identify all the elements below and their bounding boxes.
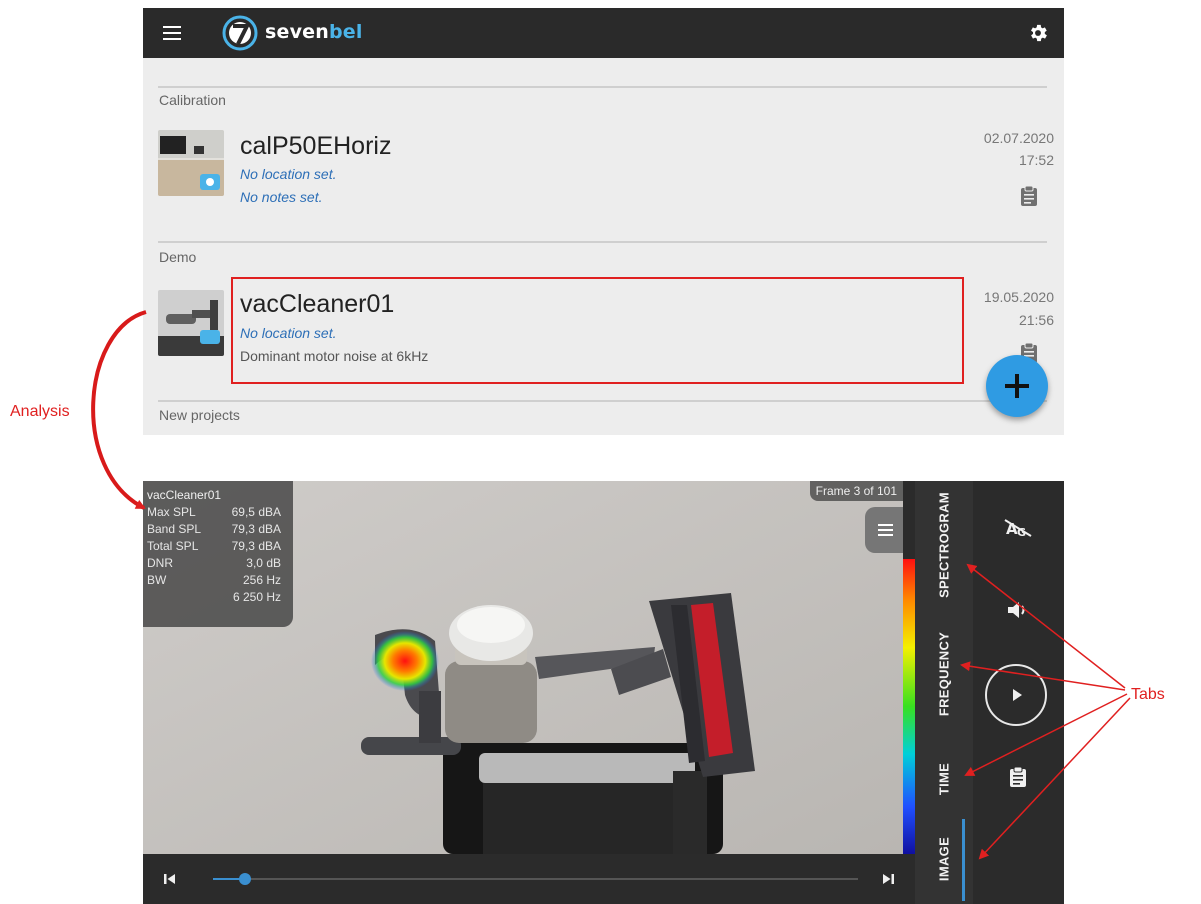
tab-label: IMAGE [936,836,952,882]
analysis-arrow [91,310,147,510]
logo-text-accent: bel [329,21,363,43]
playback-bar [143,854,915,904]
info-row: Total SPL 79,3 dBA [147,538,287,555]
tab-time[interactable]: TIME [929,751,959,807]
project-time: 21:56 [1018,312,1054,328]
play-icon [1013,689,1022,701]
tab-label: SPECTROGRAM [936,492,952,598]
project-title: calP50EHoriz [240,132,392,160]
annotation-tabs: Tabs [1131,686,1165,703]
info-value: 69,5 dBA [231,505,281,519]
info-label: BW [147,573,167,587]
info-value: 6 250 Hz [232,590,281,604]
add-project-button[interactable] [986,355,1048,417]
color-scale-bar [903,559,915,854]
project-date: 19.05.2020 [983,289,1054,305]
project-time: 17:52 [1018,152,1054,168]
volume-icon[interactable] [1006,599,1030,621]
tab-image[interactable]: IMAGE [929,827,959,891]
info-value: 79,3 dBA [231,539,281,553]
info-label: DNR [147,556,173,570]
tab-frequency[interactable]: FREQUENCY [929,621,959,727]
clipboard-icon[interactable] [1009,766,1027,788]
frame-counter: Frame 3 of 101 [809,481,903,501]
app-logo-text: sevenbel [265,21,363,43]
section-label-calibration: Calibration [159,92,226,108]
skip-start-icon[interactable] [163,872,177,886]
highlight-box [231,277,964,384]
info-row: BW 256 Hz [147,572,287,589]
section-divider [158,400,1047,402]
active-tab-indicator [962,819,965,901]
project-date: 02.07.2020 [983,130,1054,146]
info-row: DNR 3,0 dB [147,555,287,572]
project-thumbnail [158,130,224,196]
gear-icon[interactable] [1027,22,1049,44]
info-row: Max SPL 69,5 dBA [147,504,287,521]
info-label: Total SPL [147,539,199,553]
annotation-analysis: Analysis [10,403,70,420]
info-value: 79,3 dBA [231,522,281,536]
timeline-slider[interactable] [213,873,858,885]
analysis-project-title: vacCleaner01 [147,488,222,502]
app-bar: sevenbel [143,8,1064,58]
tab-label: TIME [936,762,952,796]
section-label-demo: Demo [159,249,197,265]
info-value: 256 Hz [242,573,281,587]
section-label-new-projects: New projects [159,407,240,423]
skip-end-icon[interactable] [881,872,895,886]
tool-column: A G [973,481,1064,904]
analysis-screen: vacCleaner01 Max SPL 69,5 dBA Band SPL 79,… [143,481,1064,904]
section-divider [158,86,1047,88]
info-value: 3,0 dB [246,556,281,570]
a-weighting-off-icon[interactable]: A G [1003,517,1033,539]
hamburger-menu-icon[interactable] [163,23,183,43]
section-divider [158,241,1047,243]
info-label: Max SPL [147,505,196,519]
project-location: No location set. [240,166,337,182]
tab-label: FREQUENCY [936,631,952,717]
overflow-menu-icon[interactable] [865,507,903,553]
play-button[interactable] [985,664,1047,726]
info-row: 6 250 Hz [147,589,287,606]
tab-rail: SPECTROGRAM FREQUENCY TIME IMAGE [915,481,973,904]
info-row: Band SPL 79,3 dBA [147,521,287,538]
timeline-slider-thumb[interactable] [239,873,252,885]
info-label: Band SPL [147,522,202,536]
camera-image: vacCleaner01 Max SPL 69,5 dBA Band SPL 79,… [143,481,903,854]
logo-text-main: seven [265,21,329,43]
tab-spectrogram[interactable]: SPECTROGRAM [929,481,959,609]
project-thumbnail [158,290,224,356]
project-notes: No notes set. [240,189,323,205]
logo-icon [222,15,258,51]
measurement-info-panel: vacCleaner01 Max SPL 69,5 dBA Band SPL 79,… [143,481,293,627]
clipboard-icon[interactable] [1020,185,1038,207]
